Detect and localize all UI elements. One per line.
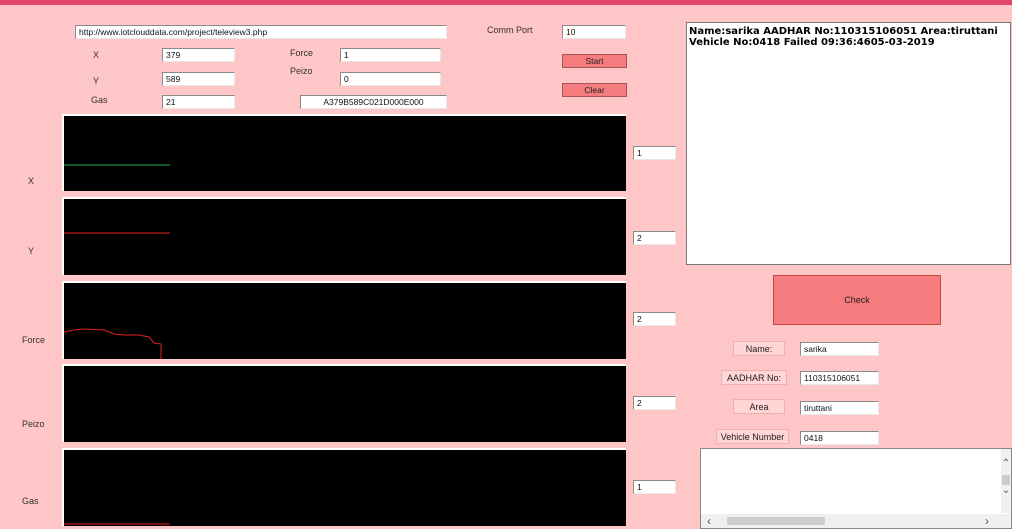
force-graph-value[interactable]: 2 [633,312,676,326]
graph-force-label: Force [22,335,46,345]
horizontal-scroll-thumb[interactable] [727,517,825,525]
y-graph-value[interactable]: 2 [633,231,676,245]
y-graph [62,197,626,275]
check-button[interactable]: Check [773,275,941,325]
graph-gas-label: Gas [22,496,39,506]
window-top-border [0,0,1012,5]
y-field[interactable]: 589 [162,72,235,86]
x-field[interactable]: 379 [162,48,235,62]
gas-label: Gas [91,95,108,105]
graph-x-label: X [28,176,35,186]
force-graph-trace [64,328,162,359]
peizo-label: Peizo [290,66,313,76]
url-field[interactable]: http://www.iotclouddata.com/project/tele… [75,25,447,39]
comm-port-field[interactable]: 10 [562,25,626,39]
x-graph-value[interactable]: 1 [633,146,676,160]
peizo-graph-value[interactable]: 2 [633,396,676,410]
x-label: X [93,50,100,60]
force-label: Force [290,48,314,58]
horizontal-scrollbar[interactable]: ‹ › [701,514,1011,528]
aadhar-field[interactable]: 110315106051 [800,371,879,385]
y-label: Y [93,76,100,86]
peizo-graph [62,364,626,442]
graph-y-label: Y [28,246,35,256]
comm-port-label: Comm Port [487,25,533,35]
output-textarea[interactable]: ⌃ ⌄ ‹ › [700,448,1012,529]
vertical-scrollbar[interactable]: ⌃ ⌄ [1001,449,1011,513]
aadhar-label: AADHAR No: [721,370,787,385]
vertical-scroll-thumb[interactable] [1002,475,1010,485]
chevron-down-icon[interactable]: ⌄ [1001,485,1011,497]
peizo-field[interactable]: 0 [340,72,441,86]
name-field[interactable]: sarika [800,342,879,356]
gas-graph [62,448,626,526]
gas-field[interactable]: 21 [162,95,235,109]
chevron-up-icon[interactable]: ⌃ [1001,458,1011,470]
force-graph [62,281,626,359]
name-label: Name: [733,341,785,356]
clear-button[interactable]: Clear [562,83,627,97]
force-field[interactable]: 1 [340,48,441,62]
start-button[interactable]: Start [562,54,627,68]
raw-data-field[interactable]: A379B589C021D000E000 [300,95,447,109]
chevron-left-icon[interactable]: ‹ [707,514,719,528]
chevron-right-icon[interactable]: › [985,514,997,528]
area-label: Area [733,399,785,414]
vehicle-number-field[interactable]: 0418 [800,431,879,445]
area-field[interactable]: tiruttani [800,401,879,415]
gas-graph-value[interactable]: 1 [633,480,676,494]
x-graph [62,114,626,191]
vehicle-number-label: Vehicle Number [716,429,789,444]
log-textbox[interactable]: Name:sarika AADHAR No:110315106051 Area:… [686,22,1011,265]
graph-peizo-label: Peizo [22,419,45,429]
